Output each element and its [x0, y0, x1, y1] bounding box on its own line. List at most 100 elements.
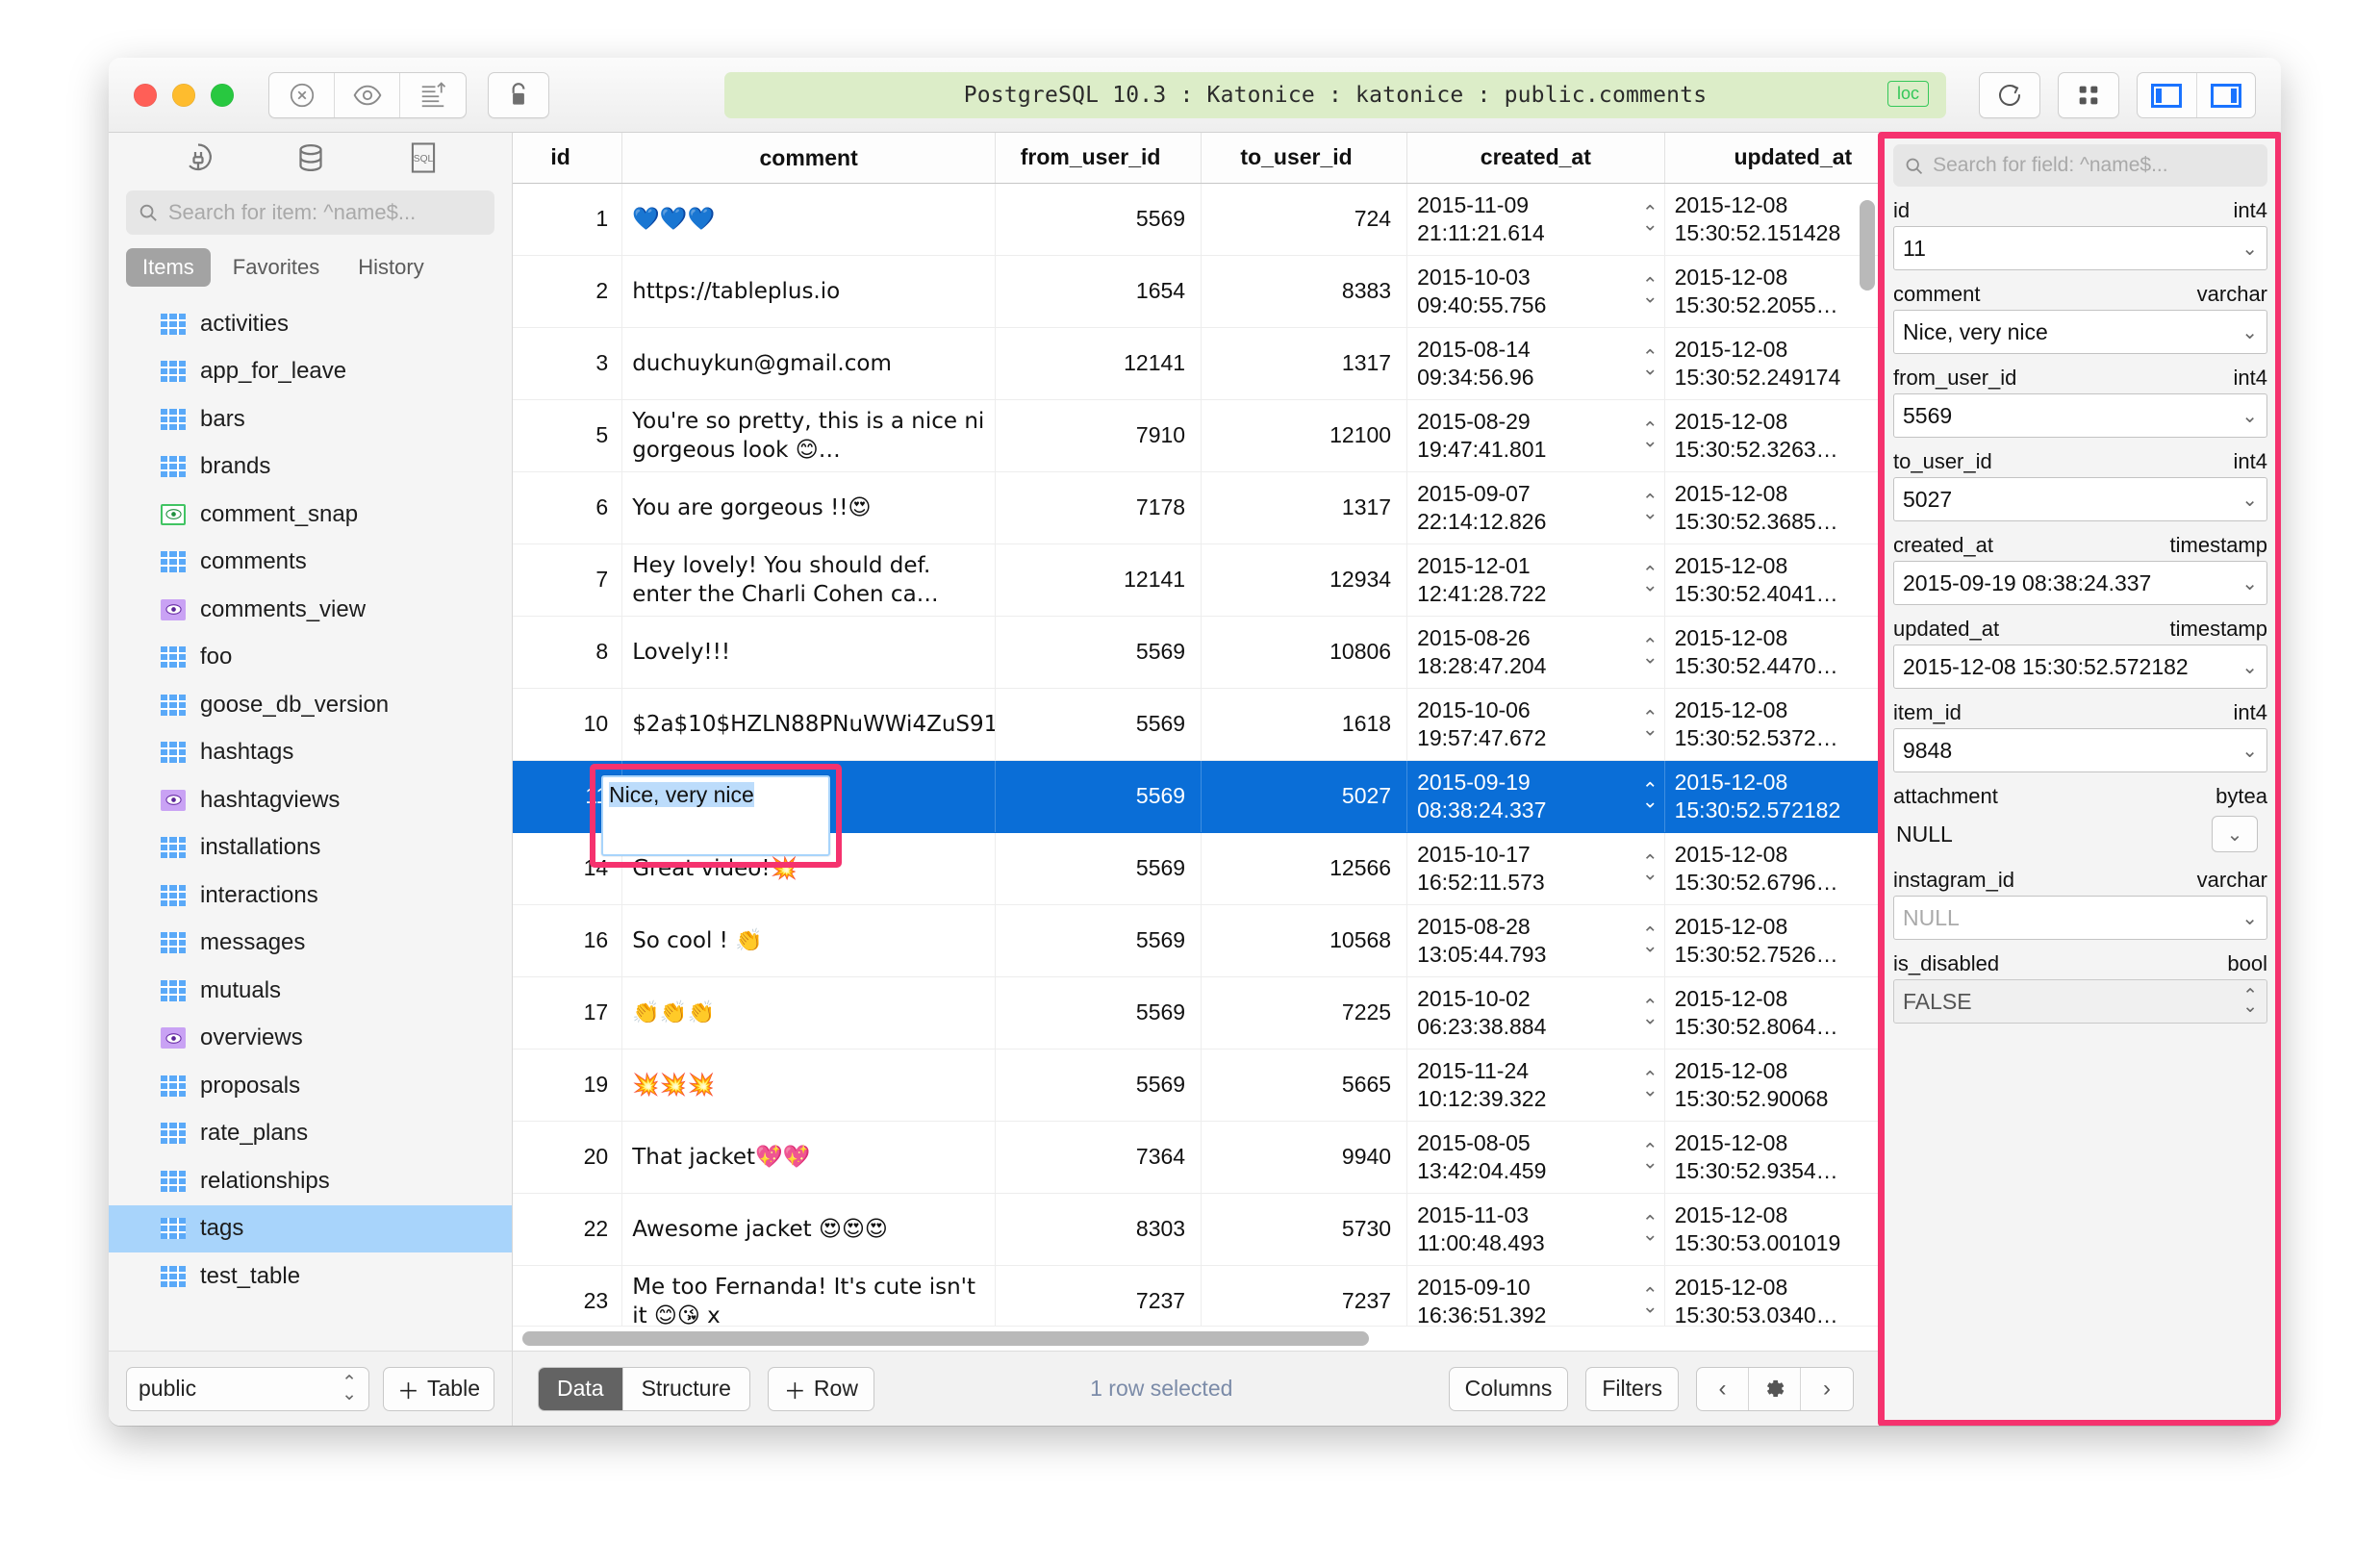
cell-updated-at[interactable]: 2015-12-0815:30:52.5372…⌃⌄ [1664, 688, 1879, 761]
cell-updated-at[interactable]: 2015-12-0815:30:52.2055…⌃⌄ [1664, 255, 1879, 328]
timestamp-stepper[interactable]: ⌃ ⌄ [1642, 1069, 1658, 1100]
sidebar-item-hashtags[interactable]: hashtags [109, 729, 512, 777]
cell-to-user-id[interactable]: 10568 [1201, 904, 1408, 977]
cell-id[interactable]: 6 [513, 471, 623, 544]
cell-created-at[interactable]: 2015-08-05 13:42:04.459 ⌃ ⌄ [1406, 1121, 1665, 1194]
cell-from-user-id[interactable]: 5569 [995, 976, 1203, 1050]
inspector-field-value-id[interactable]: 11 ⌄ [1893, 226, 2267, 270]
cell-updated-at[interactable]: 2015-12-0815:30:52.4470…⌃⌄ [1664, 616, 1879, 689]
cell-id[interactable]: 16 [513, 904, 623, 977]
inspector-field-value-is_disabled[interactable]: FALSE ⌃ ⌄ [1893, 979, 2267, 1024]
cell-id[interactable]: 19 [513, 1049, 623, 1122]
cell-updated-at[interactable]: 2015-12-0815:30:52.249174⌃⌄ [1664, 327, 1879, 400]
chevron-down-icon[interactable]: ⌄ [2241, 739, 2258, 763]
cell-updated-at[interactable]: 2015-12-0815:30:53.001019⌃⌄ [1664, 1193, 1879, 1266]
table-row[interactable]: 10$2a$10$HZLN88PNuWWi4ZuS91Ib8dR98Ijt0kb… [513, 688, 1879, 761]
column-header-id[interactable]: id [513, 133, 623, 184]
timestamp-stepper[interactable]: ⌃ ⌄ [1642, 1213, 1658, 1245]
sidebar-item-goose_db_version[interactable]: goose_db_version [109, 681, 512, 729]
sidebar-item-test_table[interactable]: test_table [109, 1252, 512, 1301]
cell-updated-at[interactable]: 2015-12-0815:30:52.7526…⌃⌄ [1664, 904, 1879, 977]
column-header-comment[interactable]: comment [621, 133, 997, 184]
inspector-search-input[interactable] [1933, 154, 2257, 177]
add-row-button[interactable]: ＋ Row [767, 1366, 874, 1411]
inspector-field-value-attachment[interactable]: NULL ⌄ [1893, 812, 2267, 856]
table-row[interactable]: 2 https://tableplus.io 1654 8383 2015-10-03 0… [513, 255, 1879, 328]
table-row[interactable]: 22 Awesome jacket 😍😍😍 8303 5730 2015-11-03 11… [513, 1193, 1879, 1266]
chevron-down-icon[interactable]: ⌄ [2241, 571, 2258, 595]
cell-to-user-id[interactable]: 10806 [1201, 616, 1408, 689]
sidebar-item-brands[interactable]: brands [109, 443, 512, 492]
cell-created-at[interactable]: 2015-11-03 11:00:48.493 ⌃ ⌄ [1406, 1193, 1665, 1266]
sidebar-tab-history[interactable]: History [342, 248, 440, 287]
sidebar-item-rate_plans[interactable]: rate_plans [109, 1110, 512, 1158]
inline-cell-editor[interactable]: Nice, very nice [601, 775, 830, 856]
cell-from-user-id[interactable]: 1654 [995, 255, 1203, 328]
table-row[interactable]: 6 You are gorgeous !!😍 7178 1317 2015-09-07 2… [513, 471, 1879, 544]
cell-to-user-id[interactable]: 5027 [1201, 760, 1408, 833]
columns-button[interactable]: Columns [1448, 1366, 1569, 1411]
table-row[interactable]: 16 So cool ! 👏 5569 10568 2015-08-28 13:05:44… [513, 904, 1879, 977]
cell-id[interactable]: 5 [513, 399, 623, 472]
cell-created-at[interactable]: 2015-10-17 16:52:11.573 ⌃ ⌄ [1406, 832, 1665, 905]
cell-from-user-id[interactable]: 5569 [995, 183, 1203, 256]
sidebar-item-mutuals[interactable]: mutuals [109, 967, 512, 1015]
chevron-down-icon-button[interactable]: ⌄ [2212, 816, 2258, 852]
grid-horizontal-scrollbar[interactable] [513, 1326, 1879, 1351]
cell-created-at[interactable]: 2015-08-28 13:05:44.793 ⌃ ⌄ [1406, 904, 1665, 977]
zoom-window-button[interactable] [211, 83, 234, 107]
cell-comment[interactable]: So cool ! 👏 [621, 904, 997, 977]
sidebar-item-bars[interactable]: bars [109, 395, 512, 443]
table-row[interactable]: 23 Me too Fernanda! It's cute isn't it 😊😘… [513, 1265, 1879, 1326]
cell-id[interactable]: 7 [513, 544, 623, 617]
inspector-search-box[interactable] [1893, 144, 2267, 187]
inspector-field-value-comment[interactable]: Nice, very nice ⌄ [1893, 310, 2267, 354]
cell-created-at[interactable]: 2015-11-24 10:12:39.322 ⌃ ⌄ [1406, 1049, 1665, 1122]
cell-to-user-id[interactable]: 1317 [1201, 471, 1408, 544]
stop-query-button[interactable] [269, 72, 335, 117]
refresh-icon-button[interactable] [1979, 72, 2040, 118]
sidebar-item-app_for_leave[interactable]: app_for_leave [109, 348, 512, 396]
table-row[interactable]: 17 👏👏👏 5569 7225 2015-10-02 06:23:38.884 ⌃ ⌄ 201… [513, 976, 1879, 1050]
sidebar-item-comments[interactable]: comments [109, 539, 512, 587]
grid-vertical-scrollbar-thumb[interactable] [1860, 200, 1875, 291]
cell-from-user-id[interactable]: 7364 [995, 1121, 1203, 1194]
cell-id[interactable]: 17 [513, 976, 623, 1050]
inspector-field-value-instagram_id[interactable]: NULL ⌄ [1893, 896, 2267, 940]
unlock-button[interactable] [488, 71, 549, 118]
table-row[interactable]: 1 💙💙💙 5569 724 2015-11-09 21:11:21.614 ⌃ ⌄ 2015-… [513, 183, 1879, 256]
sidebar-item-installations[interactable]: installations [109, 824, 512, 873]
cell-updated-at[interactable]: 2015-12-0815:30:52.3685…⌃⌄ [1664, 471, 1879, 544]
inspector-field-value-updated_at[interactable]: 2015-12-08 15:30:52.572182 ⌄ [1893, 645, 2267, 689]
toggle-right-inspector-button[interactable] [2197, 73, 2256, 117]
cell-to-user-id[interactable]: 12934 [1201, 544, 1408, 617]
cell-created-at[interactable]: 2015-11-09 21:11:21.614 ⌃ ⌄ [1406, 183, 1665, 256]
commit-changes-button[interactable] [400, 73, 466, 117]
inspector-field-value-from_user_id[interactable]: 5569 ⌄ [1893, 393, 2267, 438]
sidebar-item-hashtagviews[interactable]: hashtagviews [109, 776, 512, 824]
cell-created-at[interactable]: 2015-09-19 08:38:24.337 ⌃ ⌄ [1406, 760, 1665, 833]
chevron-down-icon[interactable]: ⌄ [2241, 320, 2258, 344]
timestamp-stepper[interactable]: ⌃ ⌄ [1642, 347, 1658, 379]
cell-comment[interactable]: Awesome jacket 😍😍😍 [621, 1193, 997, 1266]
table-row[interactable]: 19 💥💥💥 5569 5665 2015-11-24 10:12:39.322 ⌃ ⌄ 201… [513, 1049, 1879, 1122]
cell-updated-at[interactable]: 2015-12-0815:30:52.151428⌃⌄ [1664, 183, 1879, 256]
cell-created-at[interactable]: 2015-08-26 18:28:47.204 ⌃ ⌄ [1406, 616, 1665, 689]
cell-from-user-id[interactable]: 5569 [995, 904, 1203, 977]
inspector-field-value-item_id[interactable]: 9848 ⌄ [1893, 728, 2267, 772]
cell-to-user-id[interactable]: 7225 [1201, 976, 1408, 1050]
cell-from-user-id[interactable]: 12141 [995, 544, 1203, 617]
cell-from-user-id[interactable]: 7910 [995, 399, 1203, 472]
cell-comment[interactable]: Lovely!!! [621, 616, 997, 689]
column-header-from_user_id[interactable]: from_user_id [995, 133, 1203, 184]
cell-from-user-id[interactable]: 8303 [995, 1193, 1203, 1266]
cell-from-user-id[interactable]: 5569 [995, 688, 1203, 761]
cell-from-user-id[interactable]: 5569 [995, 760, 1203, 833]
timestamp-stepper[interactable]: ⌃ ⌄ [1642, 1141, 1658, 1173]
minimize-window-button[interactable] [172, 83, 195, 107]
cell-from-user-id[interactable]: 7178 [995, 471, 1203, 544]
timestamp-stepper[interactable]: ⌃ ⌄ [1642, 780, 1658, 812]
timestamp-stepper[interactable]: ⌃ ⌄ [1642, 203, 1658, 235]
sidebar-tab-favorites[interactable]: Favorites [216, 248, 336, 287]
cell-id[interactable]: 8 [513, 616, 623, 689]
